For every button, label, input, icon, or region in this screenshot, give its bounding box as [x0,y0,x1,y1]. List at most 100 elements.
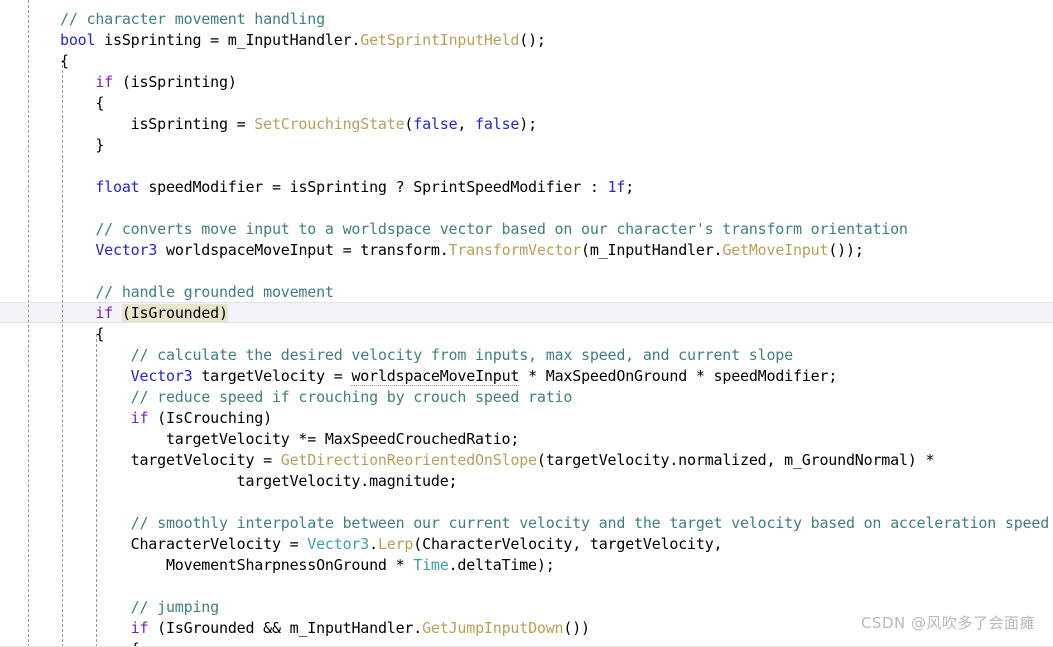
code-line[interactable]: { [60,51,69,72]
code-token-comment: // character movement handling [60,10,325,28]
code-token-literal: false [413,115,458,133]
code-token-identifier: targetVelocity.normalized, m_GroundNorma… [545,451,908,469]
code-token-literal: false [475,115,520,133]
code-token-identifier: IsGrounded && m_InputHandler. [166,619,423,637]
code-token-punctuation: ( [404,115,414,133]
code-line[interactable]: if (isSprinting) [60,72,237,93]
code-token-brace: { [60,52,69,70]
code-token-comment: // jumping [60,598,220,616]
code-token-comment: // smoothly interpolate between our curr… [60,514,1050,532]
code-line[interactable]: // jumping [60,597,220,618]
code-token-punctuation: ; [828,367,838,385]
csdn-watermark: CSDN @风吹多了会面瘫 [860,614,1035,632]
code-token-punctuation: ) [227,73,237,91]
code-token-indent [60,73,95,91]
code-token-method: GetMoveInput [722,241,829,259]
code-token-identifier: speedModifier = isSprinting ? SprintSpee… [139,178,608,196]
code-token-identifier: m_InputHandler. [589,241,723,259]
code-line[interactable]: // converts move input to a worldspace v… [60,219,908,240]
code-token-keyword: if [95,304,113,322]
code-token-identifier: MovementSharpnessOnGround * [60,556,414,574]
code-token-punctuation: ) [219,304,228,322]
code-token-method: GetJumpInputDown [422,619,564,637]
code-token-identifier: CharacterVelocity = [60,535,308,553]
code-token-indent [60,304,95,322]
code-line[interactable]: // handle grounded movement [60,282,334,303]
code-line[interactable]: CharacterVelocity = Vector3.Lerp(Charact… [60,534,723,555]
code-token-method: SetCrouchingState [254,115,405,133]
code-token-brace: { [60,325,105,343]
code-token-indent [60,409,131,427]
code-line[interactable]: { [60,93,104,114]
code-line[interactable]: float speedModifier = isSprinting ? Spri… [60,177,634,198]
code-token-punctuation: , [457,115,476,133]
code-token-identifier: targetVelocity *= MaxSpeedCrouchedRatio; [60,430,520,448]
code-token-type: Vector3 [130,367,193,385]
code-line[interactable]: { [60,324,104,345]
code-token-type: float [95,178,140,196]
code-line[interactable]: isSprinting = SetCrouchingState(false, f… [60,114,537,135]
code-token-indent [60,367,131,385]
code-token-identifier: targetVelocity = [60,451,281,469]
code-token-identifier: deltaTime [457,556,537,574]
code-token-comment: // converts move input to a worldspace v… [60,220,908,238]
code-token-class: Time [413,556,449,574]
code-token-method: GetDirectionReorientedOnSlope [280,451,537,469]
code-token-punctuation: (); [519,31,546,49]
code-token-type: bool [60,31,96,49]
code-token-brace: { [60,94,105,112]
code-token-identifier: IsGrounded [130,304,220,322]
code-line[interactable]: targetVelocity *= MaxSpeedCrouchedRatio; [60,429,519,450]
code-text-layer[interactable]: // character movement handling bool isSp… [0,0,1053,647]
code-line[interactable]: // smoothly interpolate between our curr… [60,513,1050,534]
code-token-comment: // handle grounded movement [60,283,334,301]
code-token-method: GetSprintInputHeld [360,31,520,49]
code-token-punctuation: ( [581,241,590,259]
code-token-type: Vector3 [95,241,158,259]
search-match-highlight: (IsGrounded) [121,304,228,322]
code-token-punctuation: ( [413,535,423,553]
code-token-punctuation: ( [148,619,166,637]
code-token-identifier: isSprinting = [60,115,255,133]
code-token-literal: 1f [607,178,626,196]
code-token-method: TransformVector [448,241,582,259]
code-token-comment: // reduce speed if crouching by crouch s… [60,388,573,406]
code-line[interactable]: bool isSprinting = m_InputHandler.GetSpr… [60,30,546,51]
code-token-identifier-misspelled: worldspaceMoveInput [351,367,520,386]
code-line[interactable]: targetVelocity = GetDirectionReorientedO… [60,450,935,471]
code-line[interactable]: if (IsGrounded) [60,303,228,324]
code-token-punctuation: ) [263,409,272,427]
code-token-identifier: CharacterVelocity, targetVelocity, [422,535,723,553]
code-line[interactable]: if (IsCrouching) [60,408,273,429]
code-token-punctuation: ( [148,409,166,427]
code-token-identifier: worldspaceMoveInput = transform. [157,241,449,259]
code-line[interactable]: // character movement handling [60,9,325,30]
code-token-brace: } [60,136,105,154]
code-token-punctuation: ); [519,115,537,133]
code-line[interactable]: MovementSharpnessOnGround * Time.deltaTi… [60,555,555,576]
code-token-indent [60,178,95,196]
code-token-punctuation: ( [113,73,131,91]
code-token-punctuation: ()); [828,241,864,259]
code-token-method: Lerp [377,535,414,553]
code-token-identifier: * MaxSpeedOnGround * [519,367,714,385]
code-line[interactable]: } [60,135,104,156]
code-token-punctuation: ; [625,178,635,196]
code-line[interactable]: // calculate the desired velocity from i… [60,345,794,366]
code-line[interactable]: // reduce speed if crouching by crouch s… [60,387,573,408]
code-token-punctuation: ); [536,556,555,574]
code-token-indent [60,241,95,259]
code-token-punctuation: ) * [907,451,935,469]
code-token-punctuation: ( [121,304,131,322]
code-line[interactable]: Vector3 worldspaceMoveInput = transform.… [60,240,864,261]
code-token-identifier: targetVelocity = [192,367,352,385]
code-line[interactable]: targetVelocity.magnitude; [60,471,458,492]
code-token-identifier: speedModifier [713,367,829,385]
code-line[interactable]: if (IsGrounded && m_InputHandler.GetJump… [60,618,590,639]
code-editor-viewport[interactable]: // character movement handling bool isSp… [0,0,1053,647]
code-token-identifier: isSprinting = m_InputHandler. [95,31,361,49]
code-line[interactable]: Vector3 targetVelocity = worldspaceMoveI… [60,366,837,387]
code-token-punctuation: ()) [563,619,590,637]
code-token-identifier: targetVelocity.magnitude; [60,472,458,490]
